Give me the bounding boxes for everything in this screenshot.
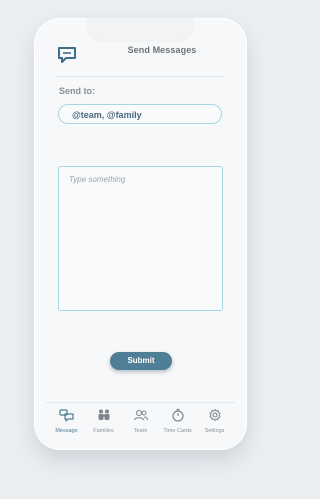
gear-icon [209, 409, 220, 421]
messages-icon [58, 409, 74, 422]
header-divider [56, 76, 224, 77]
tab-label: Time Cards [163, 428, 192, 434]
tab-time-cards[interactable]: Time Cards [159, 407, 196, 437]
submit-button[interactable]: Submit [110, 352, 172, 370]
chat-bubble-icon [56, 44, 78, 66]
families-icon [98, 409, 109, 420]
page-title: Send Messages [127, 45, 197, 55]
tab-settings[interactable]: Settings [196, 407, 233, 437]
team-icon [133, 409, 148, 421]
message-textarea[interactable]: Type something [58, 166, 223, 311]
tab-bar-divider [46, 402, 235, 403]
tab-bar: Message Families Team Time Cards Setting… [48, 407, 233, 437]
send-to-value: @team, @family [72, 110, 142, 120]
stopwatch-icon [171, 408, 184, 422]
tab-message[interactable]: Message [48, 407, 85, 437]
tab-label: Message [55, 428, 78, 434]
send-to-field[interactable]: @team, @family [58, 104, 222, 124]
phone-notch [87, 18, 194, 40]
tab-label: Team [133, 428, 148, 434]
send-to-label: Send to: [59, 86, 95, 96]
tab-families[interactable]: Families [85, 407, 122, 437]
message-placeholder: Type something [69, 175, 126, 184]
tab-team[interactable]: Team [122, 407, 159, 437]
phone-frame: Send Messages Send to: @team, @family Ty… [34, 18, 247, 450]
tab-label: Settings [204, 428, 225, 434]
tab-label: Families [93, 428, 114, 434]
